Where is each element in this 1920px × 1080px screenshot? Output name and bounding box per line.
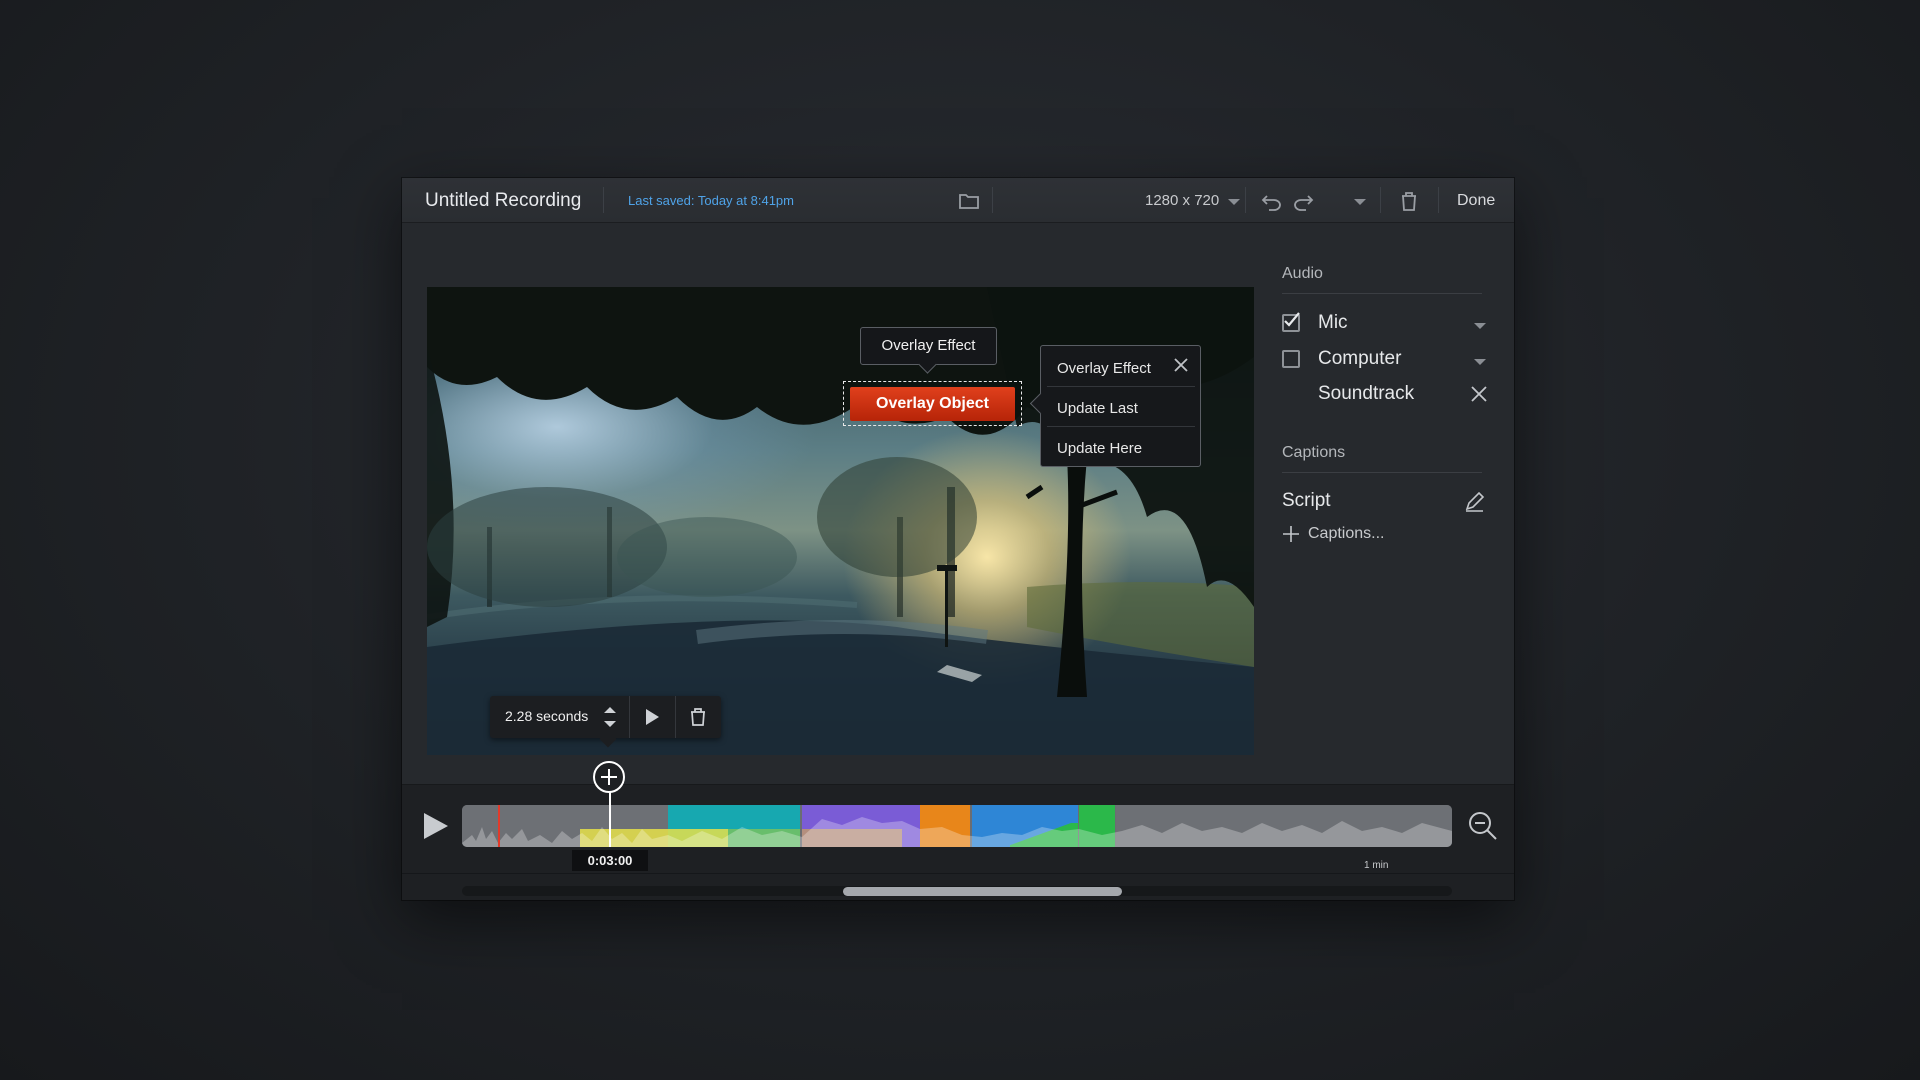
toolbar-divider [992,187,993,213]
soundtrack-label[interactable]: Soundtrack [1318,383,1414,405]
overlay-effect-popup: Overlay Effect Update Last Update Here [1040,345,1201,467]
overlay-effect-tooltip: Overlay Effect [860,327,997,365]
audio-divider [1282,293,1482,294]
update-here-menu-item[interactable]: Update Here [1057,440,1142,457]
mic-checkbox[interactable] [1282,312,1300,332]
overlay-object-button[interactable]: Overlay Object [850,387,1015,421]
add-marker-plus-icon[interactable] [593,761,625,793]
duration-divider [629,696,630,738]
script-label[interactable]: Script [1282,490,1331,512]
editor-window: Untitled Recording Last saved: Today at … [402,178,1514,900]
clip-duration-control: 2.28 seconds [490,696,721,738]
edit-pencil-icon[interactable] [1463,491,1485,513]
scrollbar-thumb[interactable] [843,887,1122,896]
marker-line[interactable] [498,805,500,847]
redo-history-chevron-icon[interactable] [1354,199,1366,205]
done-button[interactable]: Done [1457,192,1495,210]
duration-value[interactable]: 2.28 seconds [505,708,588,724]
folder-icon[interactable] [956,188,982,214]
popup-divider [1047,426,1195,427]
captions-heading: Captions [1282,444,1346,461]
remove-soundtrack-close-icon[interactable] [1470,385,1488,403]
delete-clip-icon[interactable] [687,706,709,728]
last-saved-status: Last saved: Today at 8:41pm [628,193,794,208]
popup-divider [1047,386,1195,387]
recording-title[interactable]: Untitled Recording [425,190,581,212]
duration-divider [675,696,676,738]
audio-heading: Audio [1282,265,1323,282]
close-icon[interactable] [1172,356,1190,374]
timeline-panel: 0:03:00 1 min [402,761,1514,900]
plus-icon[interactable] [1282,525,1300,543]
zoom-out-icon[interactable] [1466,809,1500,843]
chevron-down-icon[interactable] [1228,199,1240,205]
redo-icon[interactable] [1290,188,1316,214]
mic-label[interactable]: Mic [1318,312,1348,334]
timeline-scale-label: 1 min [1364,860,1389,871]
toolbar-divider [1380,187,1381,213]
duration-stepper-icon[interactable] [603,702,617,732]
trash-icon[interactable] [1396,188,1422,214]
mic-chevron-down-icon[interactable] [1474,323,1486,329]
scrollbar-divider [402,873,1514,874]
play-icon[interactable] [420,811,450,841]
computer-label[interactable]: Computer [1318,348,1401,370]
add-captions-link[interactable]: Captions... [1308,525,1384,543]
popup-title: Overlay Effect [1057,360,1151,377]
playhead-time: 0:03:00 [572,850,648,871]
title-divider [603,187,604,213]
captions-divider [1282,472,1482,473]
resolution-select[interactable]: 1280 x 720 [1145,192,1219,209]
undo-icon[interactable] [1259,188,1285,214]
toolbar-divider [1438,187,1439,213]
toolbar-divider [1245,187,1246,213]
title-bar: Untitled Recording Last saved: Today at … [402,178,1514,223]
computer-chevron-down-icon[interactable] [1474,359,1486,365]
video-preview[interactable]: Overlay Effect Overlay Object Overlay Ef… [427,287,1254,755]
update-last-menu-item[interactable]: Update Last [1057,400,1138,417]
computer-checkbox[interactable] [1282,350,1300,368]
play-clip-icon[interactable] [642,707,662,727]
